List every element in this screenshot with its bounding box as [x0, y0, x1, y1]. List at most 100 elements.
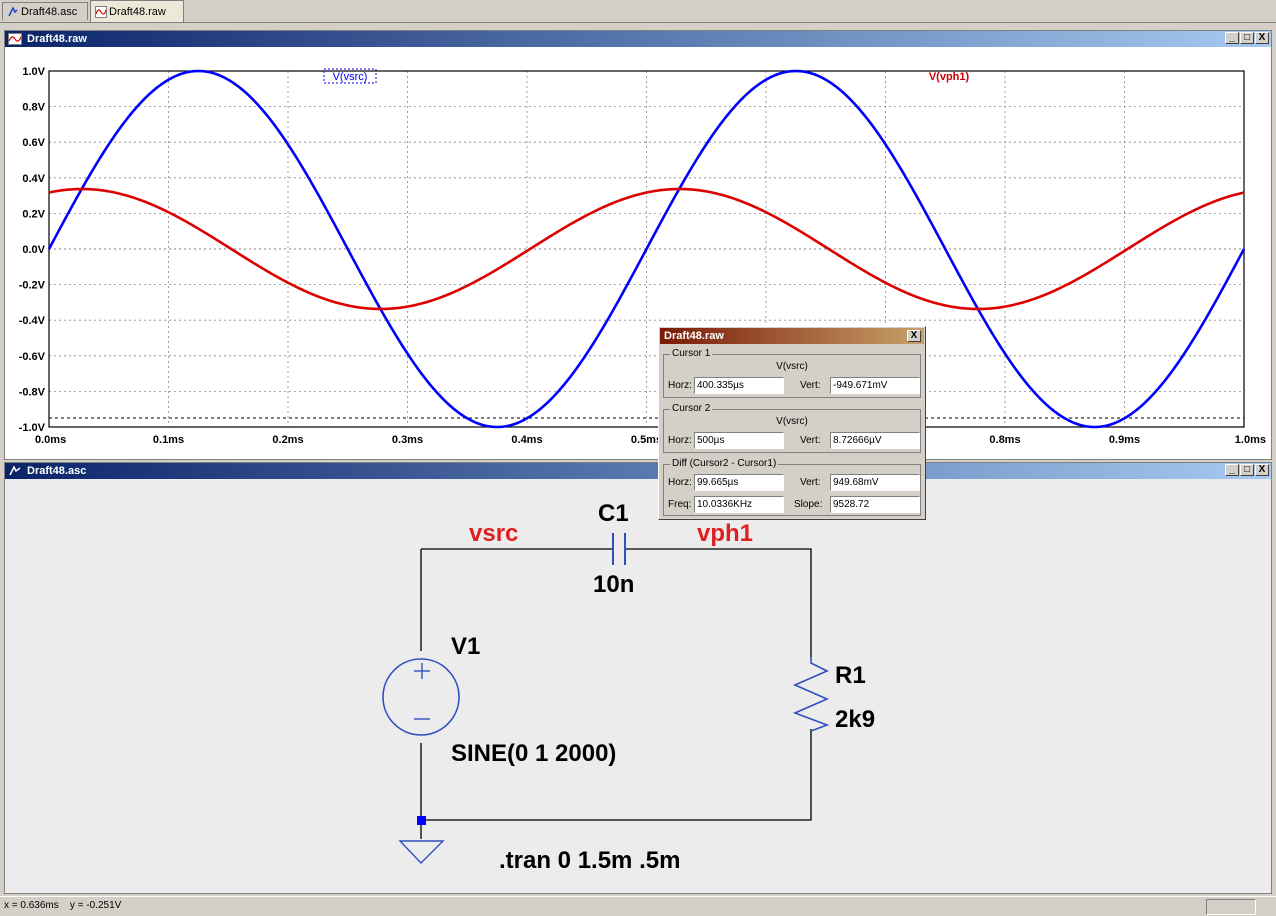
minimize-icon: _	[1229, 464, 1235, 475]
schematic-icon	[9, 465, 21, 476]
capacitor-c1[interactable]	[612, 533, 626, 565]
tab-label: Draft48.asc	[21, 6, 78, 18]
x-axis-ticks: 0.0ms0.1ms0.2ms0.3ms0.4ms0.5ms0.6ms0.7ms…	[35, 434, 1266, 446]
diff-vert-label: Vert:	[800, 477, 821, 488]
net-label-vph1[interactable]: vph1	[697, 520, 753, 547]
plot-pane[interactable]: 0.0ms0.1ms0.2ms0.3ms0.4ms0.5ms0.6ms0.7ms…	[5, 47, 1271, 459]
cursor1-group: Cursor 1 V(vsrc) Horz: 400.335µs Vert: -…	[663, 348, 921, 398]
y-tick-label: 0.8V	[22, 102, 45, 114]
plot-window-titlebar[interactable]: Draft48.raw _ □ X	[5, 31, 1271, 47]
trace-label-vph1[interactable]: V(vph1)	[929, 71, 970, 83]
diff-horz-field[interactable]: 99.665µs	[694, 474, 784, 491]
cursor2-vert-field[interactable]: 8.72666µV	[830, 432, 920, 449]
diff-horz-label: Horz:	[668, 477, 692, 488]
close-button[interactable]: X	[1255, 32, 1269, 44]
c1-name[interactable]: C1	[598, 500, 629, 527]
v1-name[interactable]: V1	[451, 633, 480, 660]
minimize-icon: _	[1229, 32, 1235, 43]
y-tick-label: -0.2V	[19, 280, 46, 292]
y-tick-label: 0.2V	[22, 208, 45, 220]
status-x: x = 0.636ms	[4, 900, 59, 911]
schematic-icon	[8, 6, 18, 17]
schematic-drawing[interactable]: vsrc vph1 C1 10n V1 SINE(0 1 2000) R1 2k…	[5, 479, 1271, 893]
cursor2-vert-label: Vert:	[800, 435, 821, 446]
window-title: Draft48.raw	[27, 33, 87, 45]
x-tick-label: 0.9ms	[1109, 434, 1140, 446]
restore-button[interactable]: □	[1240, 464, 1254, 476]
c1-value[interactable]: 10n	[593, 571, 634, 598]
wire-top-right	[626, 548, 812, 657]
waveform-icon	[95, 6, 107, 18]
diff-slope-field[interactable]: 9528.72	[830, 496, 920, 513]
x-tick-label: 0.4ms	[511, 434, 542, 446]
x-tick-label: 0.8ms	[989, 434, 1020, 446]
cursor-window-title: Draft48.raw	[664, 330, 724, 342]
minimize-button[interactable]: _	[1225, 32, 1239, 44]
close-button[interactable]: X	[1255, 464, 1269, 476]
tab-draft48-raw[interactable]: Draft48.raw	[90, 0, 184, 22]
restore-icon: □	[1243, 32, 1251, 43]
cursor2-horz-label: Horz:	[668, 435, 692, 446]
close-button[interactable]: X	[907, 330, 921, 342]
cursor1-horz-label: Horz:	[668, 380, 692, 391]
y-tick-label: -1.0V	[19, 422, 46, 434]
x-tick-label: 0.1ms	[153, 434, 184, 446]
y-tick-label: 1.0V	[22, 66, 45, 78]
status-panel	[1206, 899, 1256, 915]
cursor-readout-window: Draft48.raw X Cursor 1 V(vsrc) Horz: 400…	[658, 326, 926, 520]
window-title: Draft48.asc	[27, 465, 87, 477]
x-tick-label: 0.3ms	[392, 434, 423, 446]
schematic-canvas[interactable]: vsrc vph1 C1 10n V1 SINE(0 1 2000) R1 2k…	[5, 479, 1271, 893]
x-tick-label: 0.2ms	[272, 434, 303, 446]
waveform-icon	[8, 33, 22, 45]
cursor2-label: Cursor 2	[670, 403, 713, 414]
cursor-window-titlebar[interactable]: Draft48.raw X	[660, 328, 924, 344]
restore-button[interactable]: □	[1240, 32, 1254, 44]
cursor2-horz-field[interactable]: 500µs	[694, 432, 784, 449]
close-icon: X	[1258, 32, 1266, 43]
y-tick-label: -0.4V	[19, 315, 46, 327]
cursor1-horz-field[interactable]: 400.335µs	[694, 377, 784, 394]
status-bar: x = 0.636ms y = -0.251V	[0, 896, 1276, 916]
tab-label: Draft48.raw	[109, 6, 166, 18]
y-tick-label: 0.4V	[22, 173, 45, 185]
diff-group: Diff (Cursor2 - Cursor1) Horz: 99.665µs …	[663, 458, 921, 516]
diff-freq-label: Freq:	[668, 499, 692, 510]
close-icon: X	[910, 330, 918, 341]
y-axis-ticks: 1.0V 0.8V 0.6V 0.4V 0.2V 0.0V -0.2V -0.4V -0.6V -…	[19, 66, 46, 434]
cursor1-label: Cursor 1	[670, 348, 713, 359]
trace-label-vsrc[interactable]: V(vsrc)	[333, 71, 368, 83]
minimize-button[interactable]: _	[1225, 464, 1239, 476]
y-tick-label: 0.6V	[22, 137, 45, 149]
tab-draft48-asc[interactable]: Draft48.asc	[2, 2, 88, 20]
r1-name[interactable]: R1	[835, 662, 866, 689]
y-tick-label: 0.0V	[22, 244, 45, 256]
waveform-plot[interactable]: 0.0ms0.1ms0.2ms0.3ms0.4ms0.5ms0.6ms0.7ms…	[5, 47, 1271, 459]
cursor1-vert-label: Vert:	[800, 380, 821, 391]
diff-slope-label: Slope:	[794, 499, 823, 510]
cursor2-trace: V(vsrc)	[776, 416, 808, 427]
resistor-r1[interactable]	[792, 657, 830, 732]
r1-value[interactable]: 2k9	[835, 706, 875, 733]
restore-icon: □	[1243, 464, 1251, 475]
spice-directive[interactable]: .tran 0 1.5m .5m	[499, 847, 680, 874]
status-y: y = -0.251V	[69, 900, 122, 911]
y-tick-label: -0.6V	[19, 351, 46, 363]
cursor1-vert-field[interactable]: -949.671mV	[830, 377, 920, 394]
diff-freq-field[interactable]: 10.0336KHz	[694, 496, 784, 513]
cursor2-group: Cursor 2 V(vsrc) Horz: 500µs Vert: 8.726…	[663, 403, 921, 453]
diff-vert-field[interactable]: 949.68mV	[830, 474, 920, 491]
voltage-source-v1[interactable]	[382, 658, 460, 736]
cursor1-trace: V(vsrc)	[776, 361, 808, 372]
plot-window: Draft48.raw _ □ X 0.0ms 0.1ms 0.2ms 0.3ms 0.4m…	[4, 30, 1272, 460]
net-label-vsrc[interactable]: vsrc	[469, 520, 518, 547]
v1-value[interactable]: SINE(0 1 2000)	[451, 740, 616, 767]
document-tab-bar: Draft48.asc Draft48.raw	[0, 0, 1276, 23]
y-tick-label: -0.8V	[19, 386, 46, 398]
ground-symbol[interactable]	[398, 816, 445, 865]
x-tick-label: 0.0ms	[35, 434, 66, 446]
diff-label: Diff (Cursor2 - Cursor1)	[670, 458, 779, 469]
schematic-window: Draft48.asc _ □ X vsrc vph1 C1 10n V1 SI…	[4, 462, 1272, 894]
schematic-window-titlebar[interactable]: Draft48.asc _ □ X	[5, 463, 1271, 479]
close-icon: X	[1258, 464, 1266, 475]
